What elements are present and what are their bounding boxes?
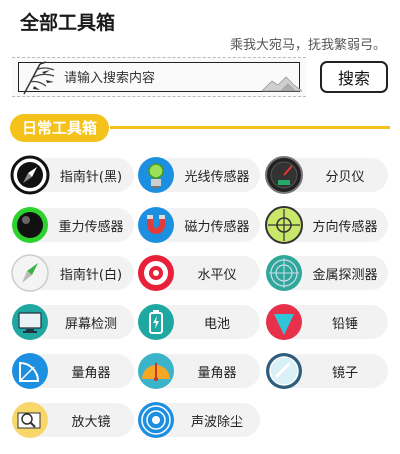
compass-dark-icon: [10, 155, 50, 195]
tool-label: 指南针(白): [59, 268, 123, 283]
tool-sound-dust[interactable]: 声波除尘: [138, 402, 260, 438]
search-box[interactable]: [12, 57, 306, 97]
tool-label: 铅锤: [331, 317, 358, 332]
light-sensor-icon: [138, 157, 174, 193]
battery-icon: [138, 304, 174, 340]
gravity-sensor-icon: [12, 207, 48, 243]
tool-label: 屏幕检测: [64, 317, 117, 332]
tool-mirror[interactable]: 镜子: [266, 353, 388, 389]
tool-screen-test[interactable]: 屏幕检测: [12, 304, 134, 340]
plumb-bob-icon: [266, 304, 302, 340]
tool-compass-white[interactable]: 指南针(白): [11, 254, 134, 292]
tool-label: 重力传感器: [58, 220, 124, 235]
tool-label: 放大镜: [71, 415, 111, 430]
sound-wave-icon: [138, 402, 174, 438]
tool-protractor-1[interactable]: 量角器: [12, 353, 134, 389]
tool-label: 量角器: [71, 366, 111, 381]
tool-label: 镜子: [331, 366, 358, 381]
compass-white-icon: [11, 254, 49, 292]
tool-label: 电池: [203, 317, 230, 332]
tool-decibel-meter[interactable]: 分贝仪: [265, 156, 388, 194]
tool-battery[interactable]: 电池: [138, 304, 260, 340]
mountain-decoration-icon: [262, 76, 302, 92]
tool-label: 金属探测器: [312, 268, 378, 283]
magnifier-icon: [12, 402, 48, 438]
bamboo-decoration-icon: [23, 61, 55, 95]
tool-plumb-bob[interactable]: 铅锤: [266, 304, 388, 340]
section-header: 日常工具箱: [10, 114, 390, 142]
tool-compass-dark[interactable]: 指南针(黑): [10, 155, 134, 195]
search-button[interactable]: 搜索: [320, 61, 388, 93]
tool-gravity-sensor[interactable]: 重力传感器: [12, 207, 134, 243]
mirror-icon: [266, 353, 302, 389]
slogan: 乘我大宛马，抚我繁弱弓。: [229, 38, 386, 53]
tool-label: 指南针(黑): [59, 170, 123, 185]
tool-direction-sensor[interactable]: 方向传感器: [265, 206, 388, 244]
tool-label: 磁力传感器: [184, 220, 250, 235]
crosshair-icon: [265, 206, 303, 244]
page-title: 全部工具箱: [20, 12, 116, 34]
section-divider: [110, 126, 390, 129]
decibel-meter-icon: [265, 156, 303, 194]
tool-light-sensor[interactable]: 光线传感器: [138, 157, 260, 193]
tool-protractor-2[interactable]: 量角器: [138, 353, 260, 389]
level-target-icon: [138, 255, 174, 291]
monitor-icon: [12, 304, 48, 340]
tool-level[interactable]: 水平仪: [138, 255, 260, 291]
search-bar: 搜索: [12, 57, 388, 97]
magnet-icon: [138, 207, 174, 243]
tool-magnifier[interactable]: 放大镜: [12, 402, 134, 438]
protractor-orange-icon: [138, 353, 174, 389]
metal-detector-icon: [266, 255, 302, 291]
section-title: 日常工具箱: [10, 114, 110, 142]
tool-label: 分贝仪: [325, 170, 365, 185]
tool-metal-detector[interactable]: 金属探测器: [266, 255, 388, 291]
protractor-blue-icon: [12, 353, 48, 389]
tool-label: 声波除尘: [190, 415, 243, 430]
tool-label: 量角器: [197, 366, 237, 381]
tool-label: 方向传感器: [312, 220, 378, 235]
tool-label: 光线传感器: [184, 170, 250, 185]
tool-magnet-sensor[interactable]: 磁力传感器: [138, 207, 260, 243]
tool-label: 水平仪: [197, 268, 237, 283]
search-input[interactable]: [64, 67, 254, 89]
